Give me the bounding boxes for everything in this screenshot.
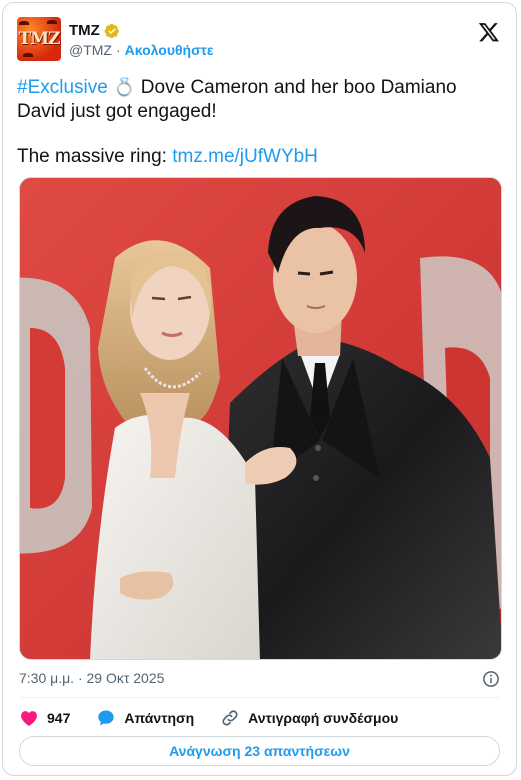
divider [19, 697, 500, 698]
action-bar: 947 Απάντηση Αντιγραφή συνδέσμου [19, 706, 500, 730]
info-icon[interactable] [482, 670, 500, 688]
reply-button[interactable]: Απάντηση [96, 708, 194, 728]
tweet-text: #Exclusive 💍 Dove Cameron and her boo Da… [17, 75, 507, 124]
like-count: 947 [47, 710, 71, 726]
read-replies-button[interactable]: Ανάγνωση 23 απαντήσεων [19, 736, 500, 766]
verified-badge-icon [104, 23, 119, 38]
follow-button[interactable]: Ακολουθήστε [125, 42, 214, 58]
link-icon [222, 710, 238, 726]
meta-row: 7:30 μ.μ. · 29 Οκτ 2025 [19, 670, 500, 690]
avatar-logo-text: TMZ [18, 29, 61, 49]
reply-bubble-icon [98, 710, 115, 726]
avatar[interactable]: TMZ [17, 17, 61, 61]
ring-link-prefix: The massive ring: [17, 146, 173, 167]
copy-link-button[interactable]: Αντιγραφή συνδέσμου [220, 708, 398, 728]
account-name[interactable]: TMZ [69, 22, 100, 39]
handle-separator: · [115, 42, 121, 58]
tweet-photo[interactable] [19, 177, 502, 660]
name-row: TMZ [69, 22, 120, 39]
bat-icon [23, 53, 33, 57]
like-button[interactable]: 947 [19, 708, 70, 728]
tweet-line-2: The massive ring: tmz.me/jUfWYbH [17, 145, 318, 169]
tweet-card: TMZ TMZ @TMZ · Ακολουθήστε #Exclusive 💍 … [2, 2, 517, 776]
tweet-header: TMZ TMZ @TMZ · Ακολουθήστε [17, 17, 502, 65]
couple-photo-illustration [20, 178, 501, 659]
bat-icon [47, 20, 57, 24]
tweet-timestamp[interactable]: 7:30 μ.μ. · 29 Οκτ 2025 [19, 670, 164, 686]
reply-label: Απάντηση [124, 710, 195, 726]
account-handle[interactable]: @TMZ [69, 42, 112, 58]
heart-icon [21, 711, 37, 726]
tweet-link[interactable]: tmz.me/jUfWYbH [172, 146, 318, 167]
hashtag-link[interactable]: #Exclusive [17, 77, 108, 98]
x-logo-icon[interactable] [478, 21, 500, 43]
copy-link-label: Αντιγραφή συνδέσμου [248, 710, 399, 726]
ring-emoji-icon: 💍 [113, 77, 136, 97]
handle-row: @TMZ · Ακολουθήστε [69, 42, 214, 58]
bat-icon [19, 21, 29, 25]
